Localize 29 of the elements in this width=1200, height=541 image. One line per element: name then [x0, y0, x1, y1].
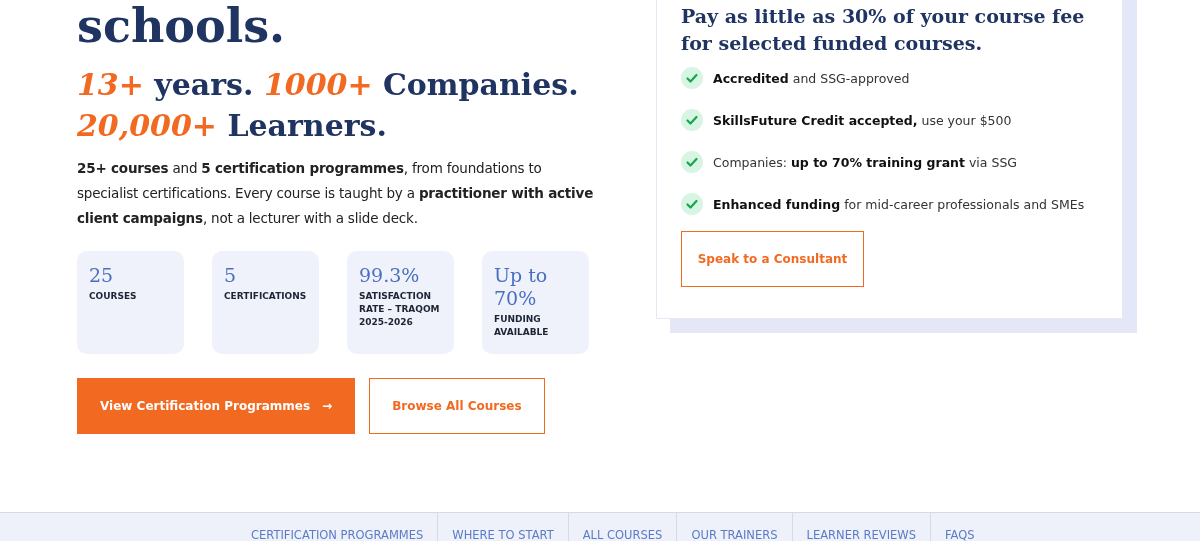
- stat-label: CERTIFICATIONS: [224, 290, 307, 303]
- consultant-button[interactable]: Speak to a Consultant: [681, 231, 864, 287]
- funding-point: Enhanced funding for mid-career professionals and SMEs: [713, 196, 1085, 212]
- stat-value: 25: [89, 264, 114, 287]
- nav-link[interactable]: ALL COURSES: [567, 513, 677, 541]
- stat-label: FUNDING AVAILABLE: [494, 313, 550, 339]
- stat-value: 5: [224, 264, 237, 287]
- check-icon: [681, 109, 703, 131]
- card-heading: Pay as little as 30% of your course fee for selected funded courses.: [681, 4, 1086, 56]
- stat-label: SATISFACTION RATE – TRAQOM 2025-2026: [359, 290, 441, 329]
- hero-headline: 13+ years. 1000+ Companies. 20,000+ Learners.: [77, 66, 579, 145]
- check-icon: [681, 193, 703, 215]
- funding-point: SkillsFuture Credit accepted, use your $500: [713, 112, 1012, 128]
- stat-label: COURSES: [89, 290, 137, 303]
- nav-link[interactable]: WHERE TO START: [437, 513, 568, 541]
- intro-paragraph: 25+ courses and 5 certification programmes, from foundations to specialist certifications. Every course is taught by a practitioner with active client campaigns, not a lecturer with a slide deck.: [77, 159, 595, 228]
- funding-point: Accredited and SSG-approved: [713, 70, 910, 86]
- nav-link[interactable]: OUR TRAINERS: [676, 513, 792, 541]
- check-icon: [681, 67, 703, 89]
- view-programmes-button[interactable]: View Certification Programmes →: [77, 378, 356, 434]
- nav-link[interactable]: CERTIFICATION PROGRAMMES: [237, 513, 438, 541]
- stat-value: Up to 70%: [494, 264, 549, 310]
- nav-link[interactable]: LEARNER REVIEWS: [791, 513, 930, 541]
- nav-link[interactable]: FAQS: [930, 513, 989, 541]
- stat-value: 99.3%: [359, 264, 420, 287]
- check-icon: [681, 151, 703, 173]
- funding-point: Companies: up to 70% training grant via SSG: [713, 154, 1018, 170]
- hero-title: schools.: [77, 0, 286, 52]
- browse-courses-button[interactable]: Browse All Courses: [369, 378, 545, 434]
